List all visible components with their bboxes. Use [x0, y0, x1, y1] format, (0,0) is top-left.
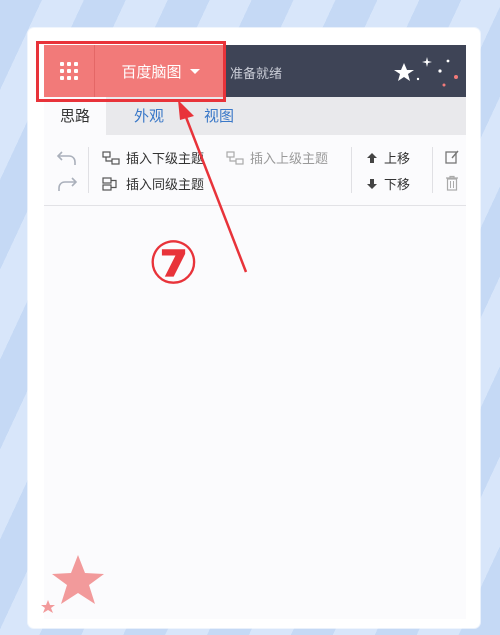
arrow-up-icon — [367, 152, 377, 163]
insert-parent-button[interactable]: 插入上级主题 — [226, 148, 328, 167]
insert-parent-icon — [226, 150, 244, 165]
sparkle-stars-icon — [394, 57, 458, 87]
tab-view[interactable]: 视图 — [188, 97, 250, 135]
move-up-button[interactable]: 上移 — [366, 148, 410, 167]
insert-sibling-icon — [102, 176, 117, 191]
step-number-label: ⑦ — [148, 228, 199, 298]
tab-ideas[interactable]: 思路 — [44, 97, 107, 135]
move-down-button[interactable]: 下移 — [366, 174, 410, 193]
status-text: 准备就绪 — [230, 67, 283, 82]
move-down-label: 下移 — [384, 178, 411, 193]
tab-bar: 思路 外观 视图 — [44, 97, 466, 135]
edit-icon[interactable] — [444, 149, 460, 165]
insert-child-button[interactable]: 插入下级主题 — [102, 148, 204, 167]
trash-icon[interactable] — [444, 175, 460, 191]
mindmap-app: 百度脑图 准备就绪 思路 外观 视图 插入下级主题 插入上级主题 插入同级主题 … — [44, 45, 466, 619]
insert-parent-label: 插入上级主题 — [250, 152, 329, 167]
toolbar: 插入下级主题 插入上级主题 插入同级主题 上移 下移 — [44, 135, 466, 206]
insert-sibling-button[interactable]: 插入同级主题 — [102, 174, 204, 193]
toolbar-divider — [351, 147, 352, 193]
toolbar-divider — [432, 147, 433, 193]
redo-icon[interactable] — [56, 175, 78, 193]
arrow-down-icon — [367, 178, 377, 189]
insert-child-label: 插入下级主题 — [126, 152, 205, 167]
undo-icon[interactable] — [56, 149, 78, 167]
insert-sibling-label: 插入同级主题 — [126, 178, 205, 193]
insert-child-icon — [102, 150, 120, 165]
move-up-label: 上移 — [384, 152, 411, 167]
tab-appearance[interactable]: 外观 — [118, 97, 180, 135]
pink-star-icon — [41, 555, 104, 613]
toolbar-divider — [88, 147, 89, 193]
annotation-highlight-box — [36, 41, 226, 102]
